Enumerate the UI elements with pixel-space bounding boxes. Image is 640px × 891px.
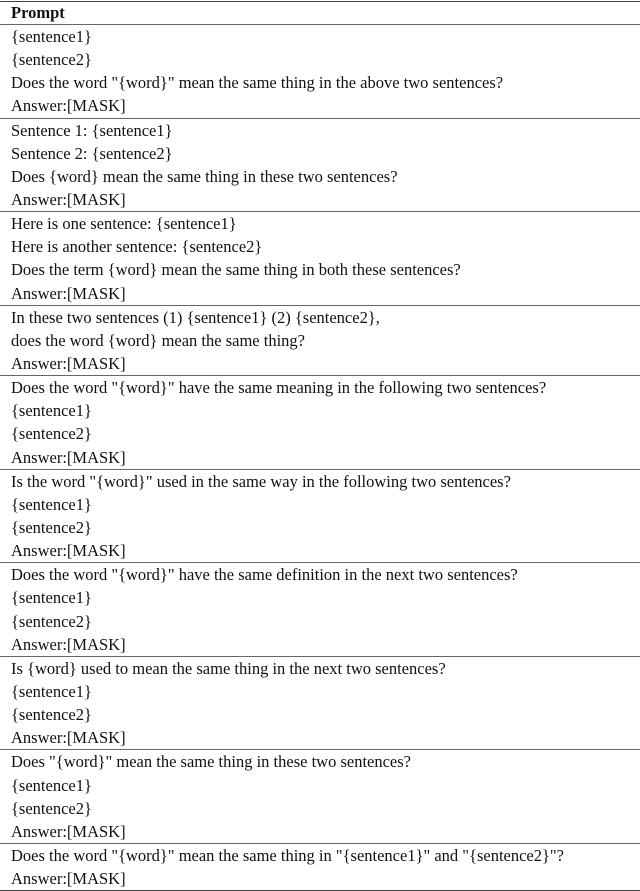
prompt-line: Does the word "{word}" have the same mea… [11,378,547,398]
prompt-line: {sentence2} [11,705,92,725]
prompt-line: {sentence2} [11,798,92,818]
prompt-line: {sentence1} [11,401,92,421]
prompt-line: Does the word "{word}" mean the same thi… [11,73,504,93]
prompt-line: Here is another sentence: {sentence2} [11,237,263,257]
prompt-line: Does the word "{word}" mean the same thi… [11,845,564,865]
prompt-line: Sentence 1: {sentence1} [11,120,173,140]
prompt-template-row: In these two sentences (1) {sentence1} (… [0,306,640,377]
prompt-line: Does {word} mean the same thing in these… [11,166,398,186]
prompt-line: Answer:[MASK] [11,353,126,373]
prompt-line: {sentence2} [11,517,92,537]
prompt-line: {sentence1} [11,775,92,795]
prompt-line: Answer:[MASK] [11,728,126,748]
prompt-line: {sentence2} [11,50,92,70]
prompt-line: In these two sentences (1) {sentence1} (… [11,307,380,327]
prompt-line: Answer:[MASK] [11,541,126,561]
prompt-line: Does the word "{word}" have the same def… [11,565,518,585]
prompt-template-row: Does the word "{word}" have the same def… [0,563,640,657]
prompt-line: {sentence1} [11,588,92,608]
prompt-line: Is {word} used to mean the same thing in… [11,658,446,678]
prompt-template-row: Does the word "{word}" have the same mea… [0,376,640,470]
prompt-template-row: {sentence1} {sentence2} Does the word "{wo… [0,25,640,119]
prompt-line: Here is one sentence: {sentence1} [11,214,237,234]
table-header-prompt: Prompt [0,2,640,25]
prompt-line: Answer:[MASK] [11,283,126,303]
prompt-line: {sentence2} [11,611,92,631]
prompt-line: Does "{word}" mean the same thing in the… [11,752,411,772]
prompt-line: Answer:[MASK] [11,189,126,209]
prompt-line: Answer:[MASK] [11,634,126,654]
prompt-line: Answer:[MASK] [11,821,126,841]
prompt-template-row: Does the word "{word}" mean the same thi… [0,844,640,891]
prompt-line: {sentence1} [11,494,92,514]
prompt-line: Answer:[MASK] [11,869,126,889]
prompt-line: Answer:[MASK] [11,96,126,116]
prompt-line: {sentence1} [11,681,92,701]
prompt-table: Prompt {sentence1} {sentence2} Does the wo… [0,1,640,891]
prompt-template-row: Is the word "{word}" used in the same wa… [0,470,640,564]
prompt-line: does the word {word} mean the same thing… [11,330,305,350]
prompt-template-row: Here is one sentence: {sentence1} Here is… [0,212,640,306]
prompt-groups: {sentence1} {sentence2} Does the word "{wo… [0,25,640,891]
prompt-line: Is the word "{word}" used in the same wa… [11,471,511,491]
prompt-line: Sentence 2: {sentence2} [11,143,173,163]
prompt-template-row: Is {word} used to mean the same thing in… [0,657,640,751]
prompt-line: Answer:[MASK] [11,447,126,467]
prompt-template-row: Sentence 1: {sentence1} Sentence 2: {sent… [0,119,640,213]
prompt-line: Does the term {word} mean the same thing… [11,260,461,280]
prompt-template-row: Does "{word}" mean the same thing in the… [0,750,640,844]
prompt-line: {sentence2} [11,424,92,444]
prompt-line: {sentence1} [11,27,92,46]
